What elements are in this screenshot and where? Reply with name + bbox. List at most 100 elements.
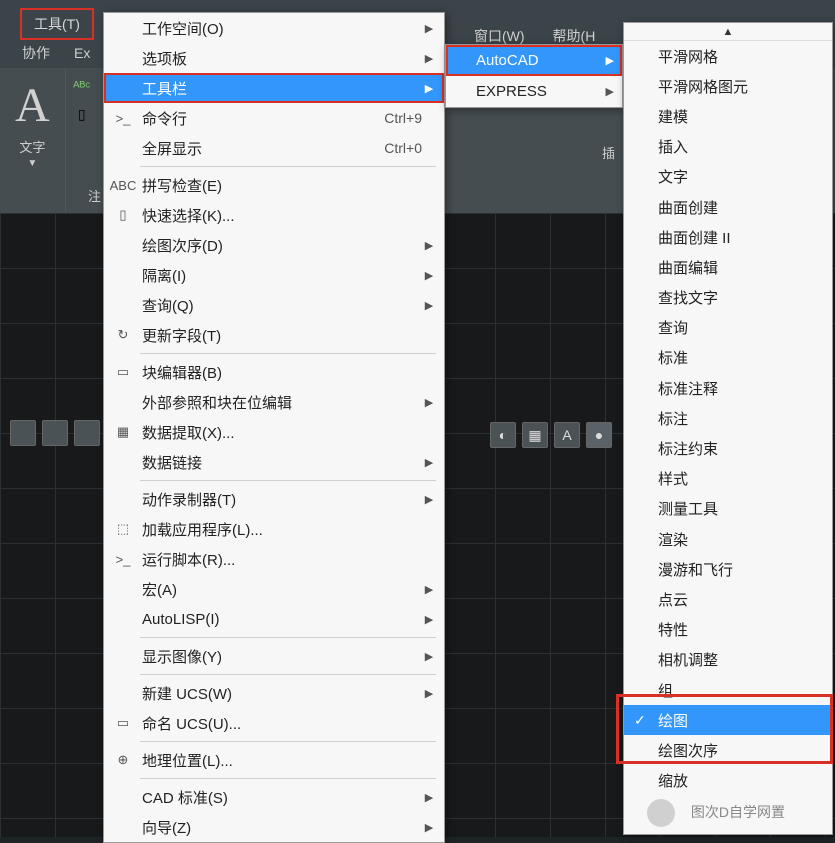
menu-item-32[interactable]: 向导(Z)▶ [104, 812, 444, 842]
toolbar-option-14[interactable]: 样式 [624, 464, 832, 494]
toolbar-option-11[interactable]: 标准注释 [624, 373, 832, 403]
select-icon[interactable]: ▯ [72, 104, 92, 124]
menu-separator [140, 637, 436, 638]
text-icon[interactable]: A [15, 78, 50, 133]
submenu-arrow-icon: ▶ [422, 687, 436, 700]
menu-item-icon [110, 787, 136, 807]
titlebar [0, 0, 835, 10]
toolbar-option-20[interactable]: 相机调整 [624, 645, 832, 675]
toolbar-option-0[interactable]: 平滑网格 [624, 41, 832, 71]
menu-tools[interactable]: 工具(T) [20, 8, 94, 40]
menu-item-29[interactable]: ⊕地理位置(L)... [104, 745, 444, 775]
submenu1-item-0[interactable]: AutoCAD▶ [446, 45, 622, 76]
menu-separator [140, 480, 436, 481]
menu-item-31[interactable]: CAD 标准(S)▶ [104, 782, 444, 812]
toolbar-option-12[interactable]: 标注 [624, 403, 832, 433]
shape-icon-2[interactable] [42, 420, 68, 446]
tools-dropdown: 工作空间(O)▶选项板▶工具栏▶>_命令行Ctrl+9全屏显示Ctrl+0ABC… [103, 12, 445, 843]
menu-item-icon [110, 609, 136, 629]
menu-item-icon [110, 489, 136, 509]
toolbar-option-after-1[interactable]: 缩放 [624, 766, 832, 796]
spellcheck-icon[interactable]: ᴬᴮᶜ [72, 76, 92, 96]
menu-item-24[interactable]: 显示图像(Y)▶ [104, 641, 444, 671]
menu-item-label: 绘图次序(D) [136, 235, 422, 256]
scroll-up-arrow[interactable]: ▲ [624, 23, 832, 41]
wechat-icon [647, 799, 675, 827]
menu-item-13[interactable]: ▭块编辑器(B) [104, 357, 444, 387]
toolbar-option-2[interactable]: 建模 [624, 101, 832, 131]
toolbar-option-9[interactable]: 查询 [624, 313, 832, 343]
toolbar-option-8[interactable]: 查找文字 [624, 283, 832, 313]
toolbar-option-19[interactable]: 特性 [624, 615, 832, 645]
text-a-icon[interactable]: A [554, 422, 580, 448]
menu-item-16[interactable]: 数据链接▶ [104, 447, 444, 477]
menu-item-icon: ▭ [110, 713, 136, 733]
toolbar-option-5[interactable]: 曲面创建 [624, 192, 832, 222]
color-icon[interactable]: ● [586, 422, 612, 448]
menu-item-label: 隔离(I) [136, 265, 422, 286]
menu-item-label: 查询(Q) [136, 295, 422, 316]
menu-item-19[interactable]: ⬚加载应用程序(L)... [104, 514, 444, 544]
toolbar-option-4[interactable]: 文字 [624, 162, 832, 192]
menu-item-10[interactable]: 查询(Q)▶ [104, 290, 444, 320]
menu-item-icon: ▦ [110, 422, 136, 442]
menu-item-18[interactable]: 动作录制器(T)▶ [104, 484, 444, 514]
menu-item-27[interactable]: ▭命名 UCS(U)... [104, 708, 444, 738]
shape-icon-1[interactable] [10, 420, 36, 446]
toolbar-option-3[interactable]: 插入 [624, 132, 832, 162]
submenu-arrow-icon: ▶ [422, 239, 436, 252]
menu-item-7[interactable]: ▯快速选择(K)... [104, 200, 444, 230]
dropdown-arrow-icon[interactable]: ▼ [27, 158, 37, 169]
menu-item-label: 更新字段(T) [136, 325, 436, 346]
toolbar-option-6[interactable]: 曲面创建 II [624, 222, 832, 252]
toolbar-option-1[interactable]: 平滑网格图元 [624, 71, 832, 101]
submenu1-item-1[interactable]: EXPRESS▶ [446, 76, 622, 107]
lamp-icon[interactable]: ◐ [490, 422, 516, 448]
menu-shortcut: Ctrl+9 [384, 110, 436, 126]
menu-item-1[interactable]: 选项板▶ [104, 43, 444, 73]
menu-item-11[interactable]: ↻更新字段(T) [104, 320, 444, 350]
shape-icon-3[interactable] [74, 420, 100, 446]
menu-item-26[interactable]: 新建 UCS(W)▶ [104, 678, 444, 708]
toolbar-option-18[interactable]: 点云 [624, 584, 832, 614]
toolbar-option-15[interactable]: 测量工具 [624, 494, 832, 524]
menu-item-icon [110, 265, 136, 285]
menu-item-label: 快速选择(K)... [136, 205, 436, 226]
menu-item-label: 拼写检查(E) [136, 175, 436, 196]
menu-item-label: 加载应用程序(L)... [136, 519, 436, 540]
grid-icon[interactable]: ▦ [522, 422, 548, 448]
menu-item-label: 全屏显示 [136, 138, 384, 159]
menu-item-2[interactable]: 工具栏▶ [104, 73, 444, 103]
menu-item-icon [110, 235, 136, 255]
submenu-arrow-icon: ▶ [422, 396, 436, 409]
anno-label: 注 [88, 186, 101, 205]
menu-item-8[interactable]: 绘图次序(D)▶ [104, 230, 444, 260]
red-highlight-box [616, 694, 833, 764]
submenu-arrow-icon: ▶ [422, 299, 436, 312]
submenu-arrow-icon: ▶ [422, 791, 436, 804]
menu-item-label: CAD 标准(S) [136, 787, 422, 808]
menu-item-22[interactable]: AutoLISP(I)▶ [104, 604, 444, 634]
toolbar-option-7[interactable]: 曲面编辑 [624, 252, 832, 282]
menu-item-0[interactable]: 工作空间(O)▶ [104, 13, 444, 43]
menu-item-icon [110, 646, 136, 666]
submenu-arrow-icon: ▶ [606, 85, 614, 98]
menu-item-21[interactable]: 宏(A)▶ [104, 574, 444, 604]
tab-ex[interactable]: Ex [62, 45, 102, 61]
menu-item-icon: ▯ [110, 205, 136, 225]
toolbar-option-13[interactable]: 标注约束 [624, 433, 832, 463]
toolbar-option-17[interactable]: 漫游和飞行 [624, 554, 832, 584]
toolbar-option-16[interactable]: 渲染 [624, 524, 832, 554]
menu-item-6[interactable]: ABC拼写检查(E) [104, 170, 444, 200]
menu-item-3[interactable]: >_命令行Ctrl+9 [104, 103, 444, 133]
toolbar-option-10[interactable]: 标准 [624, 343, 832, 373]
submenu-arrow-icon: ▶ [422, 269, 436, 282]
menu-item-14[interactable]: 外部参照和块在位编辑▶ [104, 387, 444, 417]
menu-item-9[interactable]: 隔离(I)▶ [104, 260, 444, 290]
menu-item-20[interactable]: >_运行脚本(R)... [104, 544, 444, 574]
tab-collab[interactable]: 协作 [10, 43, 62, 63]
menu-item-4[interactable]: 全屏显示Ctrl+0 [104, 133, 444, 163]
menu-item-label: 工作空间(O) [136, 18, 422, 39]
menu-item-15[interactable]: ▦数据提取(X)... [104, 417, 444, 447]
menu-item-label: 外部参照和块在位编辑 [136, 392, 422, 413]
